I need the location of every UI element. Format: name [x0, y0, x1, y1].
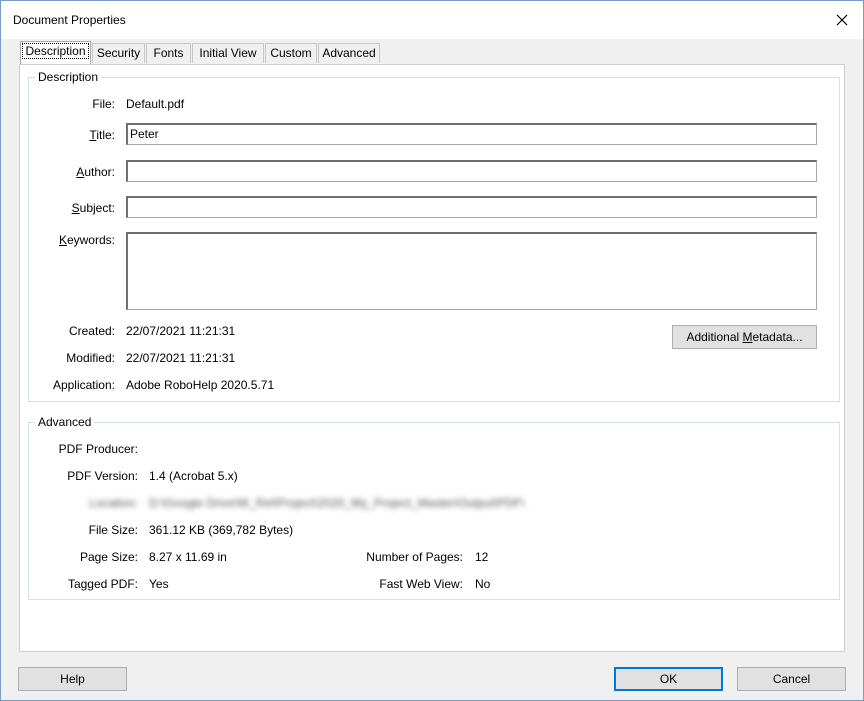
tab-advanced[interactable]: Advanced — [318, 43, 380, 63]
pdf-version-label: PDF Version: — [67, 469, 138, 483]
additional-metadata-button[interactable]: Additional Metadata... — [672, 325, 817, 349]
tab-security[interactable]: Security — [92, 43, 145, 63]
file-value: Default.pdf — [126, 97, 185, 111]
tagged-pdf-label: Tagged PDF: — [67, 577, 138, 591]
number-of-pages-label: Number of Pages: — [366, 550, 463, 564]
keywords-label: Keywords: — [58, 233, 115, 247]
created-value: 22/07/2021 11:21:31 — [126, 324, 236, 338]
help-button[interactable]: Help — [18, 667, 127, 691]
location-label: Location: — [89, 496, 138, 510]
fast-web-view-value: No — [475, 577, 491, 591]
page-size-label: Page Size: — [79, 550, 138, 564]
file-size-label: File Size: — [88, 523, 138, 537]
location-value: D:\Google Drive\W_Rel\Project\2020_My_Pr… — [149, 496, 525, 510]
advanced-group: Advanced PDF Producer: PDF Version: 1.4 … — [28, 415, 840, 600]
file-size-value: 361.12 KB (369,782 Bytes) — [149, 523, 294, 537]
title-bar: Document Properties — [1, 1, 863, 39]
fast-web-view-label: Fast Web View: — [379, 577, 463, 591]
tab-custom[interactable]: Custom — [265, 43, 317, 63]
application-value: Adobe RoboHelp 2020.5.71 — [126, 378, 275, 392]
modified-value: 22/07/2021 11:21:31 — [126, 351, 236, 365]
keywords-field[interactable] — [126, 232, 817, 310]
file-label: File: — [92, 97, 115, 111]
tab-panel: Description File: Default.pdf Title: Pet… — [19, 64, 845, 652]
number-of-pages-value: 12 — [475, 550, 489, 564]
pdf-version-value: 1.4 (Acrobat 5.x) — [149, 469, 238, 483]
subject-label: Subject: — [71, 201, 115, 215]
description-legend: Description — [35, 70, 102, 84]
advanced-legend: Advanced — [35, 415, 95, 429]
application-label: Application: — [52, 378, 115, 392]
tagged-pdf-value: Yes — [149, 577, 169, 591]
pdf-producer-label: PDF Producer: — [58, 442, 138, 456]
ok-button[interactable]: OK — [614, 667, 723, 691]
cancel-button[interactable]: Cancel — [737, 667, 846, 691]
description-group: Description File: Default.pdf Title: Pet… — [28, 70, 840, 402]
created-label: Created: — [68, 324, 115, 338]
tab-initial-view[interactable]: Initial View — [192, 43, 264, 63]
document-properties-dialog: Document Properties Description Security… — [0, 0, 864, 701]
title-label: Title: — [89, 128, 115, 142]
page-size-value: 8.27 x 11.69 in — [149, 550, 227, 564]
window-title: Document Properties — [13, 13, 126, 27]
tab-description[interactable]: Description — [20, 41, 91, 64]
author-field[interactable] — [126, 160, 817, 182]
author-label: Author: — [76, 165, 115, 179]
modified-label: Modified: — [66, 351, 115, 365]
close-icon — [836, 14, 848, 26]
close-button[interactable] — [829, 7, 855, 33]
tab-fonts[interactable]: Fonts — [146, 43, 191, 63]
title-field[interactable]: Peter — [126, 123, 817, 145]
subject-field[interactable] — [126, 196, 817, 218]
